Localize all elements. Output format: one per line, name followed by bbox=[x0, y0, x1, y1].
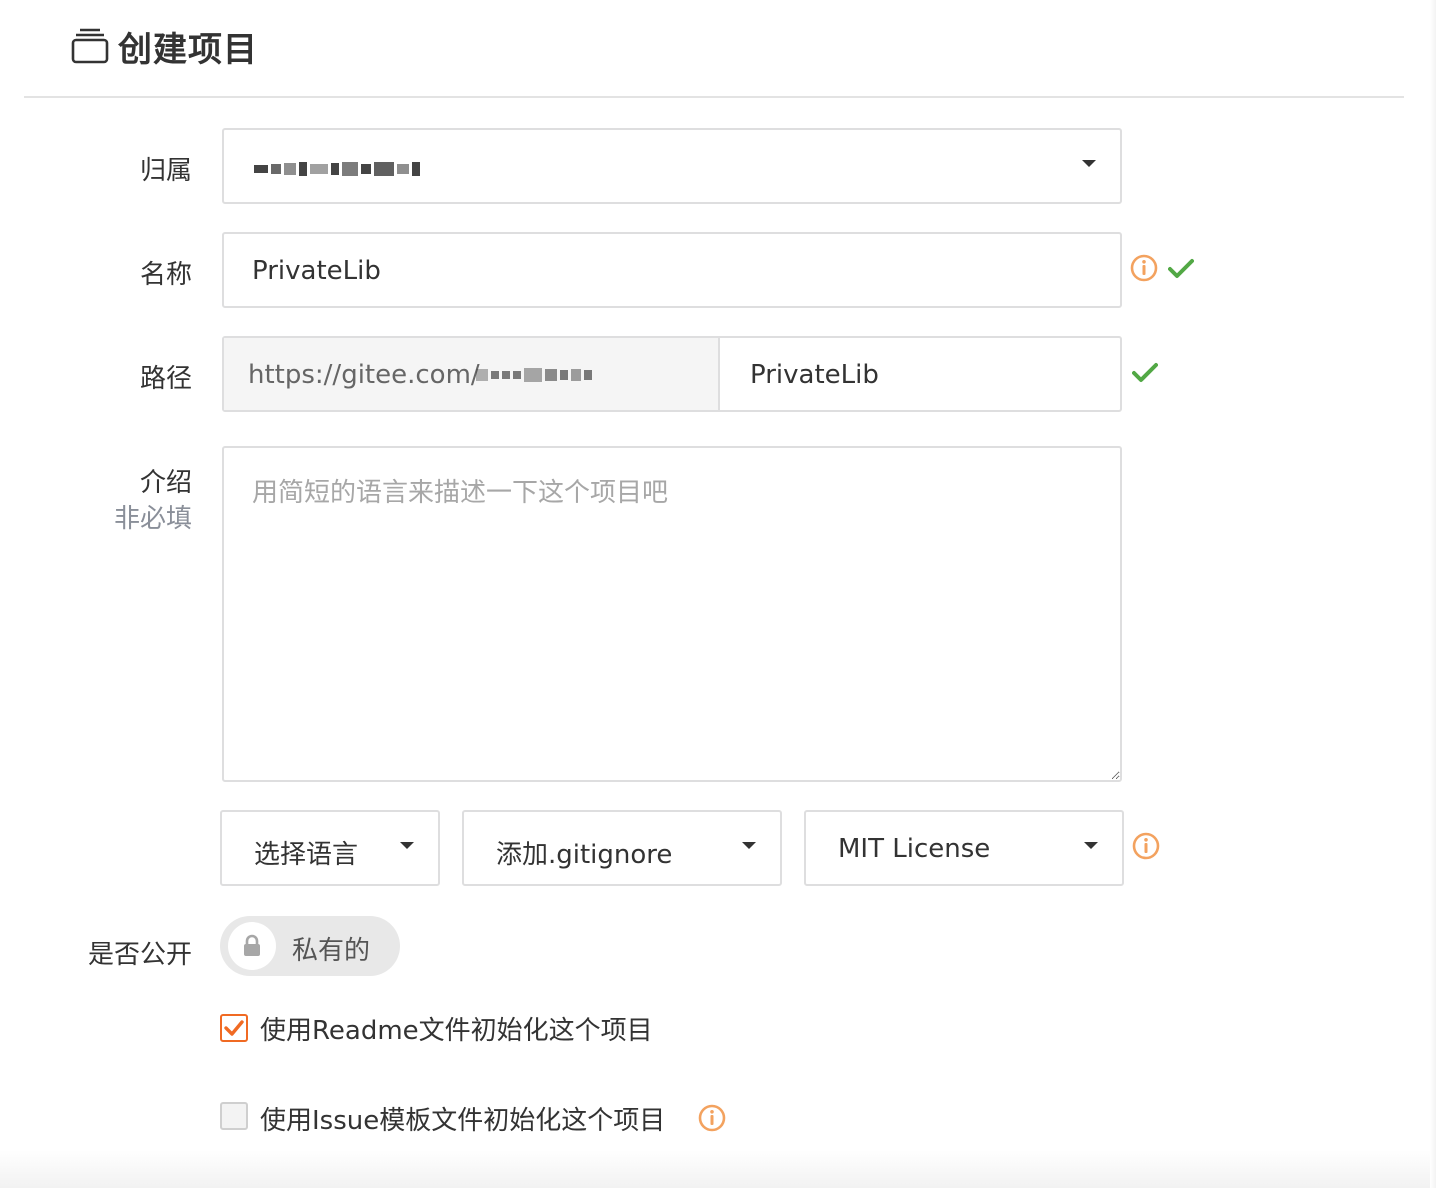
info-circle-icon[interactable] bbox=[1132, 832, 1160, 860]
owner-label: 归属 bbox=[139, 156, 192, 186]
issue-template-checkbox-label[interactable]: 使用Issue模板文件初始化这个项目 bbox=[260, 1100, 665, 1137]
page-title: 创建项目 bbox=[118, 29, 258, 70]
name-label: 名称 bbox=[139, 260, 192, 290]
language-select-value: 选择语言 bbox=[254, 840, 359, 870]
description-label: 介绍 bbox=[139, 468, 192, 498]
path-prefix: https://gitee.com/ bbox=[224, 338, 720, 410]
header-divider bbox=[24, 96, 1404, 98]
page-header: 创建项目 bbox=[70, 22, 258, 70]
info-circle-icon[interactable] bbox=[1130, 254, 1158, 282]
path-prefix-text: https://gitee.com/ bbox=[248, 360, 480, 390]
project-box-icon bbox=[71, 28, 109, 64]
name-input[interactable]: PrivateLib bbox=[222, 232, 1122, 308]
chevron-down-icon bbox=[400, 842, 414, 849]
visibility-toggle[interactable]: 私有的 bbox=[220, 916, 400, 976]
gitignore-select[interactable]: 添加.gitignore bbox=[462, 810, 782, 886]
readme-checkbox[interactable] bbox=[220, 1014, 248, 1042]
name-input-value: PrivateLib bbox=[252, 256, 381, 286]
path-valid-check-icon bbox=[1132, 363, 1158, 382]
path-group: https://gitee.com/ PrivateLib bbox=[222, 336, 1122, 412]
check-icon bbox=[224, 1020, 244, 1036]
chevron-down-icon bbox=[742, 842, 756, 849]
issue-template-checkbox[interactable] bbox=[220, 1102, 248, 1130]
owner-redacted-value bbox=[254, 162, 420, 176]
info-circle-icon[interactable] bbox=[698, 1104, 726, 1132]
owner-select[interactable] bbox=[222, 128, 1122, 204]
language-select[interactable]: 选择语言 bbox=[220, 810, 440, 886]
chevron-down-icon bbox=[1084, 842, 1098, 849]
path-prefix-redacted bbox=[476, 368, 592, 382]
visibility-label: 是否公开 bbox=[87, 940, 192, 970]
chevron-down-icon bbox=[1082, 160, 1096, 167]
visibility-value: 私有的 bbox=[292, 936, 371, 966]
license-select-value: MIT License bbox=[838, 834, 991, 864]
name-valid-check-icon bbox=[1168, 259, 1194, 278]
page-edge bbox=[1430, 0, 1436, 1188]
lock-icon bbox=[244, 934, 260, 956]
description-optional-label: 非必填 bbox=[113, 504, 192, 534]
path-label: 路径 bbox=[139, 364, 192, 394]
toggle-knob bbox=[228, 922, 276, 970]
readme-checkbox-label[interactable]: 使用Readme文件初始化这个项目 bbox=[260, 1010, 653, 1047]
create-project-page: 创建项目 归属 名称 PrivateLib 路径 https://gitee.c… bbox=[0, 0, 1436, 1188]
gitignore-select-value: 添加.gitignore bbox=[496, 840, 673, 870]
description-textarea[interactable] bbox=[222, 446, 1122, 782]
path-input-value[interactable]: PrivateLib bbox=[750, 360, 879, 390]
license-select[interactable]: MIT License bbox=[804, 810, 1124, 886]
